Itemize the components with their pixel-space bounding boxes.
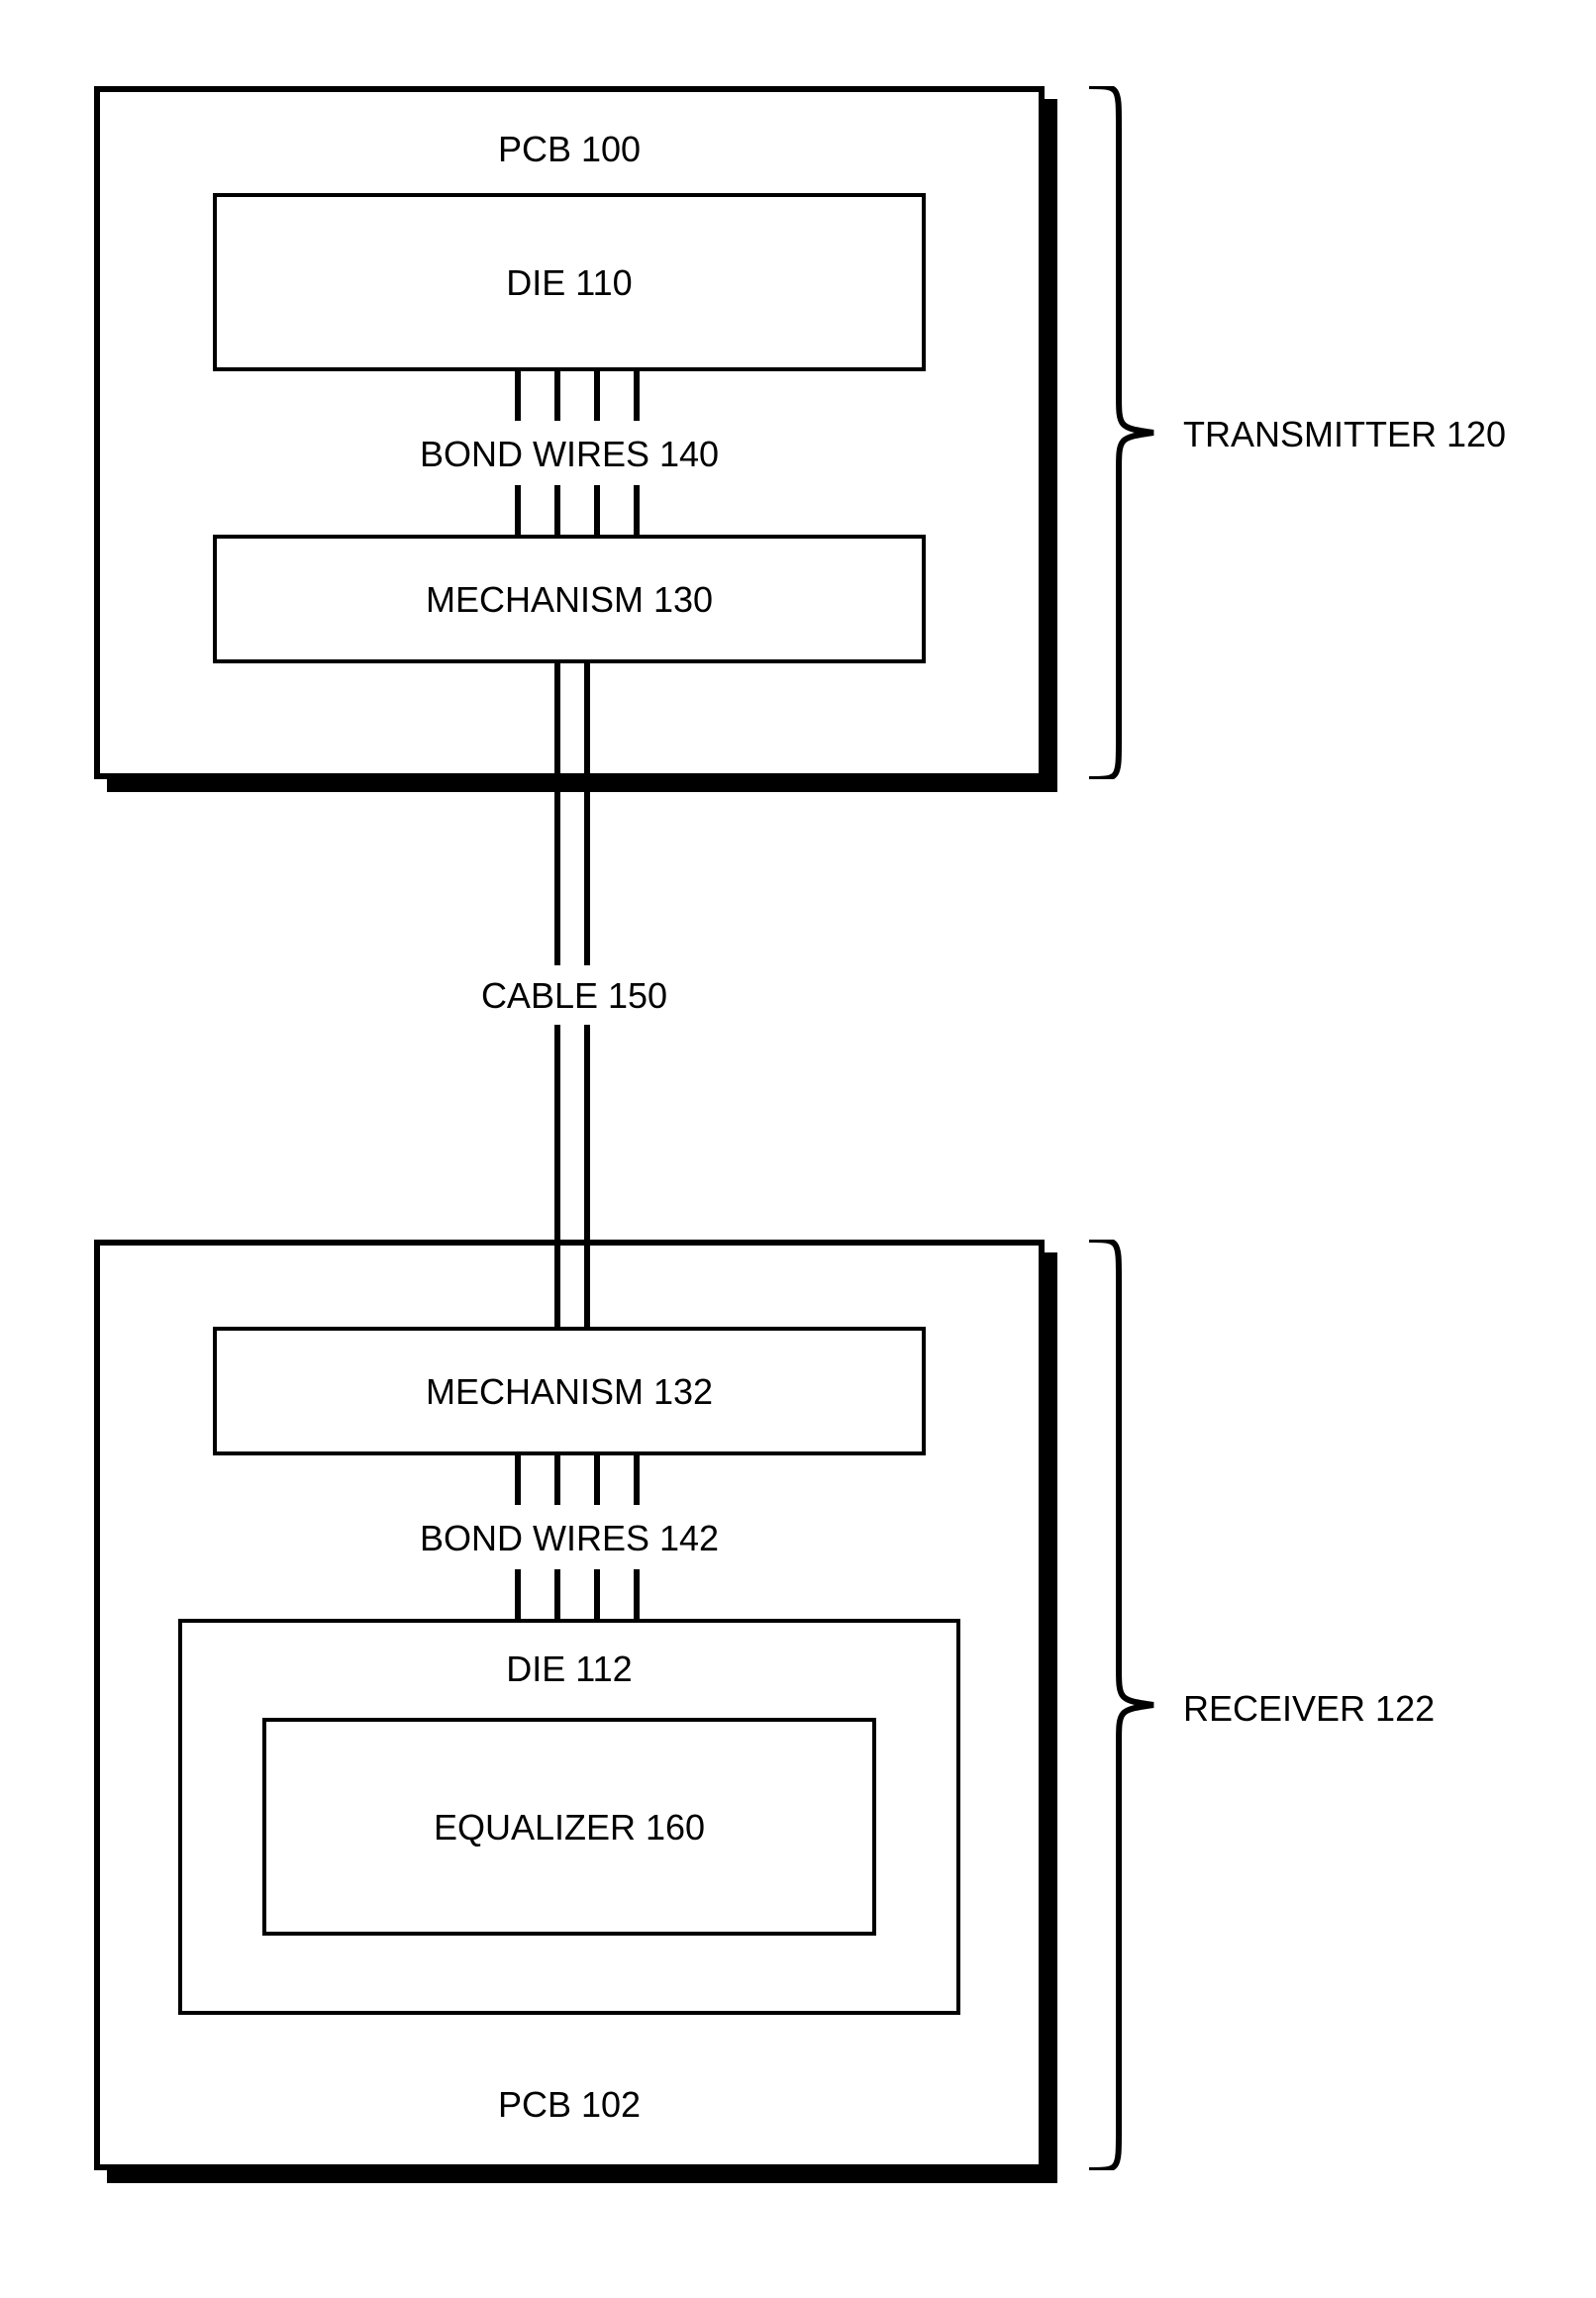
pcb-102-label: PCB 102 (416, 2084, 723, 2126)
mechanism-132-label: MECHANISM 132 (366, 1371, 772, 1413)
transmitter-label: TRANSMITTER 120 (1183, 414, 1579, 455)
mechanism-130-label: MECHANISM 130 (366, 579, 772, 621)
bond-wires-142-label: BOND WIRES 142 (347, 1518, 792, 1559)
cable-line-into-rx-l (554, 1240, 560, 1327)
bond-wire (515, 1455, 521, 1505)
bond-wire (594, 1455, 600, 1505)
bond-wire (515, 371, 521, 421)
bond-wire (554, 1455, 560, 1505)
bond-wire (634, 1569, 640, 1619)
bond-wire (515, 485, 521, 535)
bond-wire (634, 485, 640, 535)
bond-wire (594, 485, 600, 535)
cable-line-into-rx-r (584, 1240, 590, 1327)
pcb-100-box (94, 86, 1045, 779)
bond-wire (554, 1569, 560, 1619)
receiver-brace (1079, 1240, 1158, 2170)
transmitter-brace (1079, 86, 1158, 779)
diagram-canvas: PCB 100 DIE 110 BOND WIRES 140 MECHANISM… (0, 0, 1596, 2298)
bond-wire (554, 485, 560, 535)
bond-wire (594, 1569, 600, 1619)
bond-wire (554, 371, 560, 421)
pcb-100-label: PCB 100 (416, 129, 723, 170)
receiver-label: RECEIVER 122 (1183, 1688, 1579, 1730)
bond-wire (634, 371, 640, 421)
bond-wire (634, 1455, 640, 1505)
cable-label: CABLE 150 (426, 975, 723, 1017)
bond-wire (594, 371, 600, 421)
equalizer-160-label: EQUALIZER 160 (366, 1807, 772, 1848)
bond-wires-140-label: BOND WIRES 140 (347, 434, 792, 475)
bond-wire (515, 1569, 521, 1619)
die-112-label: DIE 112 (416, 1649, 723, 1690)
die-110-label: DIE 110 (416, 262, 723, 304)
